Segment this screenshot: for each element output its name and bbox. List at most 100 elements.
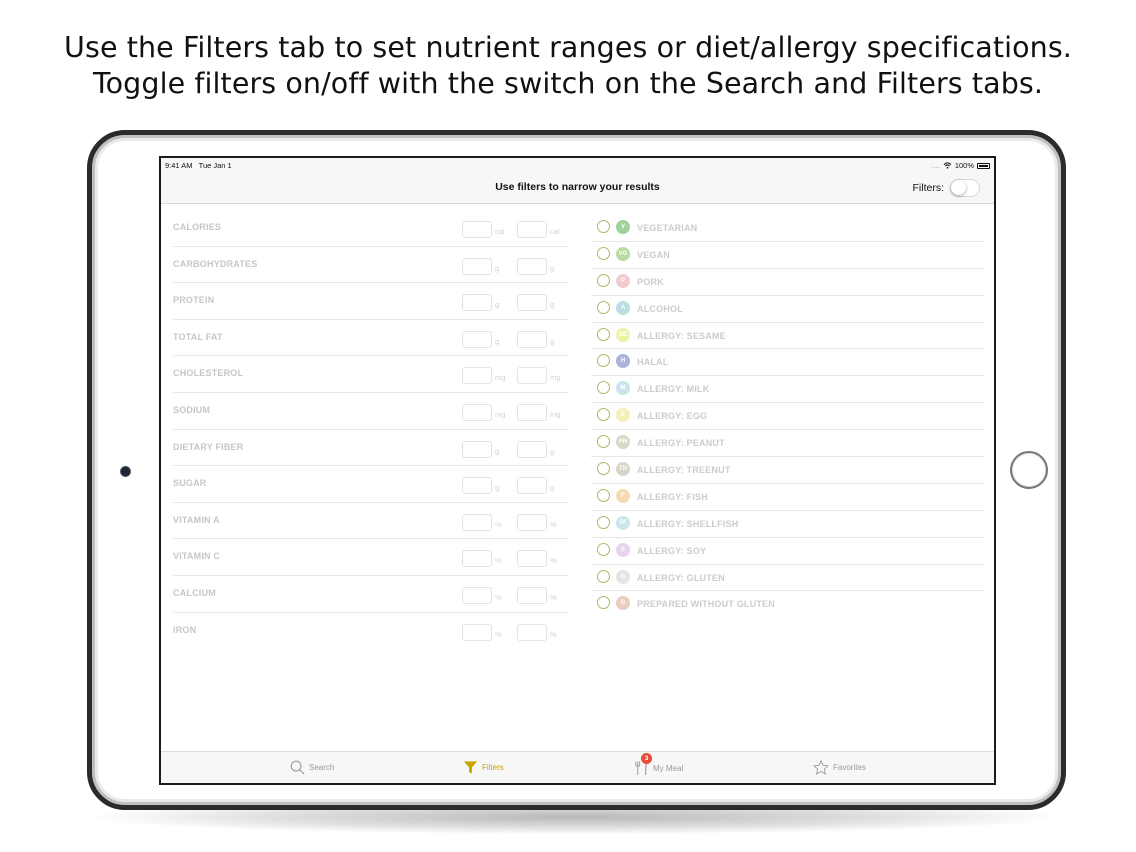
diet-radio[interactable] — [597, 569, 610, 583]
diet-row[interactable]: E ALLERGY: EGG — [591, 403, 984, 431]
nutrient-min-input[interactable] — [462, 294, 492, 312]
nutrient-max-input[interactable] — [517, 550, 547, 568]
nutrient-max-input[interactable] — [517, 623, 547, 641]
nutrient-label: VITAMIN A — [173, 514, 220, 525]
nutrient-min-input[interactable] — [462, 513, 492, 531]
nutrient-max-input[interactable] — [517, 403, 547, 421]
tab-favorites[interactable]: Favorites — [813, 760, 866, 775]
nutrient-min-input[interactable] — [462, 550, 492, 568]
diet-label: ALLERGY: MILK — [637, 384, 710, 395]
nutrient-max-input[interactable] — [517, 221, 547, 238]
nutrient-min-input[interactable] — [462, 221, 492, 238]
nutrient-min-input[interactable] — [462, 330, 492, 348]
diet-row[interactable]: F ALLERGY: FISH — [591, 484, 984, 511]
diet-row[interactable]: G ALLERGY: GLUTEN — [591, 565, 984, 592]
diet-badge-icon: H — [616, 354, 630, 369]
diet-row[interactable]: SF ALLERGY: SHELLFISH — [591, 511, 984, 538]
diet-row[interactable]: A ALCOHOL — [591, 296, 984, 323]
battery-percent: 100% — [954, 161, 974, 170]
filters-toggle[interactable] — [950, 179, 980, 197]
nutrient-min-input[interactable] — [462, 403, 492, 421]
nutrient-row: VITAMIN C%% — [173, 539, 568, 576]
diet-row[interactable]: P PORK — [591, 269, 984, 296]
nutrient-max-input[interactable] — [517, 330, 547, 348]
nutrient-max-unit: % — [550, 556, 557, 566]
nutrient-min-input[interactable] — [462, 440, 492, 458]
diet-row[interactable]: V VEGETARIAN — [591, 215, 984, 242]
diet-radio[interactable] — [597, 327, 610, 341]
camera-icon — [120, 466, 131, 477]
diet-row[interactable]: TN ALLERGY: TREENUT — [591, 457, 984, 484]
diet-radio[interactable] — [597, 542, 610, 556]
diet-badge-icon: PN — [616, 435, 630, 450]
search-icon — [290, 760, 305, 775]
diet-row[interactable]: PN ALLERGY: PEANUT — [591, 430, 984, 458]
nutrient-min-input[interactable] — [462, 623, 492, 641]
diet-radio[interactable] — [597, 596, 610, 610]
diet-label: ALCOHOL — [637, 303, 683, 314]
diet-radio[interactable] — [597, 488, 610, 502]
caption-line-2: Toggle filters on/off with the switch on… — [92, 67, 1044, 100]
diet-radio[interactable] — [597, 462, 610, 476]
diet-label: VEGAN — [637, 249, 671, 260]
tab-my-meal[interactable]: 3 My Meal — [634, 753, 683, 776]
diet-radio[interactable] — [597, 515, 610, 529]
diet-badge-icon: A — [616, 300, 630, 315]
diet-row[interactable]: G PREPARED WITHOUT GLUTEN — [591, 591, 984, 618]
diet-row[interactable]: H HALAL — [591, 349, 984, 377]
nutrient-min-unit: g — [495, 483, 500, 493]
diet-badge-icon: SF — [616, 515, 630, 530]
diet-radio[interactable] — [597, 300, 610, 314]
diet-radio[interactable] — [597, 220, 610, 233]
tab-search-label: Search — [309, 763, 335, 772]
diet-row[interactable]: VG VEGAN — [591, 242, 984, 269]
diet-row[interactable]: M ALLERGY: MILK — [591, 376, 984, 404]
filters-content: CALORIES cal cal CARBOHYDRATES g g PROTEIN g g TO… — [161, 204, 994, 752]
nutrient-max-input[interactable] — [517, 440, 547, 458]
nutrient-row: CARBOHYDRATES g g — [173, 247, 568, 284]
nutrient-min-input[interactable] — [462, 477, 492, 495]
diet-label: PORK — [637, 276, 664, 287]
nutrient-label: DIETARY FIBER — [173, 441, 244, 452]
nutrient-label: CALCIUM — [173, 587, 216, 598]
nutrient-label: PROTEIN — [173, 295, 215, 306]
nutrient-max-input[interactable] — [517, 367, 547, 385]
nutrient-min-input[interactable] — [462, 586, 492, 604]
diet-badge-icon: TN — [616, 462, 630, 477]
nav-title: Use filters to narrow your results — [495, 181, 660, 193]
nutrient-max-input[interactable] — [517, 513, 547, 531]
nutrient-label: SUGAR — [173, 478, 207, 489]
nutrient-max-input[interactable] — [517, 294, 547, 312]
nutrient-row: CALCIUM%% — [173, 576, 568, 613]
nutrient-label: SODIUM — [173, 404, 211, 415]
nutrient-min-unit: % — [495, 519, 502, 529]
nutrient-label: VITAMIN C — [173, 551, 221, 562]
caption-line-1: Use the Filters tab to set nutrient rang… — [64, 31, 1072, 64]
filters-label: Filters: — [912, 182, 945, 194]
meal-count-badge: 3 — [641, 753, 652, 764]
diet-radio[interactable] — [597, 273, 610, 287]
nutrient-min-input[interactable] — [462, 367, 492, 385]
nutrient-label: CALORIES — [173, 222, 222, 232]
diet-radio[interactable] — [597, 435, 610, 449]
wifi-icon — [943, 162, 952, 169]
diet-radio[interactable] — [597, 246, 610, 260]
diet-radio[interactable] — [597, 381, 610, 395]
tab-filters-label: Filters — [482, 763, 504, 772]
nutrient-max-unit: % — [550, 519, 557, 529]
nutrient-min-unit: mg — [495, 409, 506, 419]
home-button[interactable] — [1010, 451, 1048, 489]
nutrient-max-input[interactable] — [517, 586, 547, 604]
nutrient-min-input[interactable] — [462, 257, 492, 275]
nutrient-label: CHOLESTEROL — [173, 368, 244, 379]
nutrient-min-unit: g — [495, 336, 500, 346]
nutrient-max-input[interactable] — [517, 257, 547, 275]
diet-row[interactable]: S ALLERGY: SOY — [591, 538, 984, 565]
tab-filters[interactable]: Filters — [463, 760, 504, 775]
nutrient-max-unit: g — [550, 300, 555, 310]
nutrient-max-input[interactable] — [517, 477, 547, 495]
diet-radio[interactable] — [597, 354, 610, 368]
diet-radio[interactable] — [597, 408, 610, 422]
diet-row[interactable]: SE ALLERGY: SESAME — [591, 323, 984, 350]
tab-search[interactable]: Search — [290, 760, 334, 775]
